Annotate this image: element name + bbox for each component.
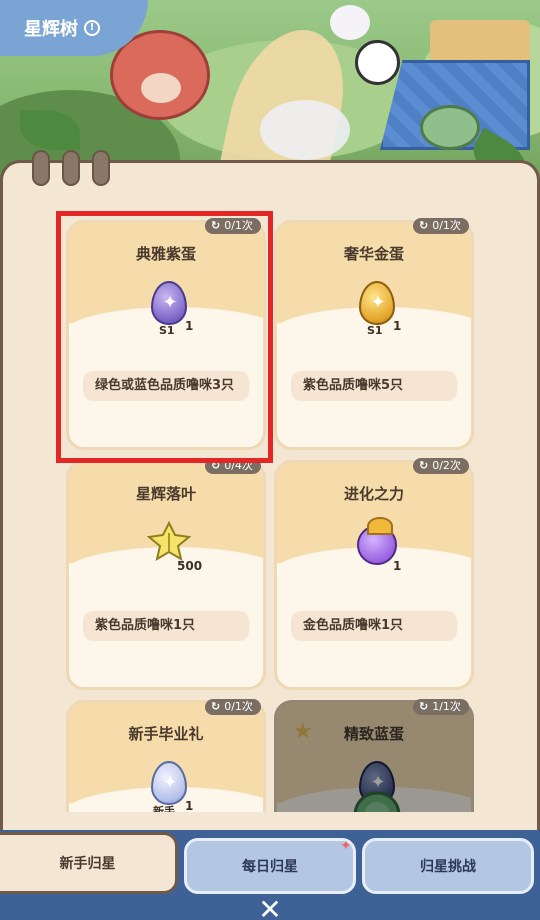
reward-quantity: 1 [185,799,194,812]
tab-novice-return[interactable]: 新手归星 [0,832,178,894]
page-title: 星辉树 [24,19,78,40]
refresh-icon: ↻ [419,219,429,232]
card-title: 奢华金蛋 [343,245,404,263]
reward-card[interactable]: 奢华金蛋 ✦ S1 1 紫色品质噜咪5只 [274,220,474,450]
refresh-icon: ↻ [211,700,221,713]
reward-badge: S1 [367,324,383,337]
counter-text: 0/1次 [224,700,253,713]
gold-egg-icon: ✦ [359,281,395,325]
card-requirement: 金色品质噜咪1只 [291,611,457,641]
card-title: 精致蓝蛋 [343,725,404,743]
tab-daily-return[interactable]: 每日归星 [184,838,356,894]
info-icon[interactable]: ! [84,20,100,36]
counter-text: 0/4次 [224,459,253,472]
refresh-icon: ↻ [211,459,221,472]
binder-ring [92,150,110,186]
refresh-icon: ↻ [211,219,221,232]
white-bunny-creature[interactable] [260,100,350,160]
notice-sparkle-icon: ✦ [340,838,352,854]
novice-egg-icon: ✦ [151,761,187,805]
seal-icon [353,791,401,812]
redeem-counter: ↻ 0/1次 [413,218,469,234]
binder-ring [62,150,80,186]
reward-badge: 新手 [153,805,175,812]
card-requirement: 紫色品质噜咪5只 [291,371,457,401]
refresh-icon: ↻ [419,459,429,472]
refresh-icon: ↻ [419,700,429,713]
counter-text: 0/1次 [432,219,461,232]
card-requirement: 绿色或蓝色品质噜咪3只 [83,371,249,401]
binder-ring [32,150,50,186]
counter-text: 0/2次 [432,459,461,472]
green-mouse-creature[interactable] [420,105,480,150]
star-icon: ✦ [162,292,178,313]
card-title: 新手毕业礼 [128,725,204,743]
reward-quantity: 1 [393,319,402,333]
close-icon[interactable]: ✕ [254,896,286,920]
star-icon: ✦ [370,292,386,313]
counter-text: 0/1次 [224,219,253,232]
reward-quantity: 500 [177,559,203,573]
ghost-creature[interactable] [330,5,370,40]
redeem-counter: ↻ 0/1次 [205,699,261,715]
card-title: 典雅紫蛋 [135,245,196,263]
reward-card[interactable]: 进化之力 1 金色品质噜咪1只 [274,460,474,690]
panda-creature[interactable] [355,40,400,85]
card-title: 进化之力 [343,485,404,503]
tab-return-challenge[interactable]: 归星挑战 [362,838,534,894]
redeem-counter: ↻ 0/2次 [413,458,469,474]
binder-rings [32,150,110,186]
reward-grid[interactable]: 典雅紫蛋 ✦ S1 1 绿色或蓝色品质噜咪3只 奢华金蛋 ✦ S1 1 紫色品质… [66,220,476,812]
card-requirement: 紫色品质噜咪1只 [83,611,249,641]
star-icon: ✦ [162,772,178,793]
evolution-fruit-icon [357,517,397,565]
reward-card[interactable]: 典雅紫蛋 ✦ S1 1 绿色或蓝色品质噜咪3只 [66,220,266,450]
redeem-counter: ↻ 0/1次 [205,218,261,234]
card-title: 星辉落叶 [135,485,196,503]
reward-card[interactable]: 星辉落叶 500 紫色品质噜咪1只 [66,460,266,690]
redeem-counter: ↻ 0/4次 [205,458,261,474]
purple-egg-icon: ✦ [151,281,187,325]
reward-quantity: 1 [393,559,402,573]
reward-card-completed[interactable]: ★ 精致蓝蛋 ✦ [274,700,474,812]
reward-quantity: 1 [185,319,194,333]
reward-card[interactable]: 新手毕业礼 ✦ 新手 1 [66,700,266,812]
counter-text: 1/1次 [432,700,461,713]
reward-badge: S1 [159,324,175,337]
redeem-counter: ↻ 1/1次 [413,699,469,715]
starlight-leaf-icon [147,521,191,561]
